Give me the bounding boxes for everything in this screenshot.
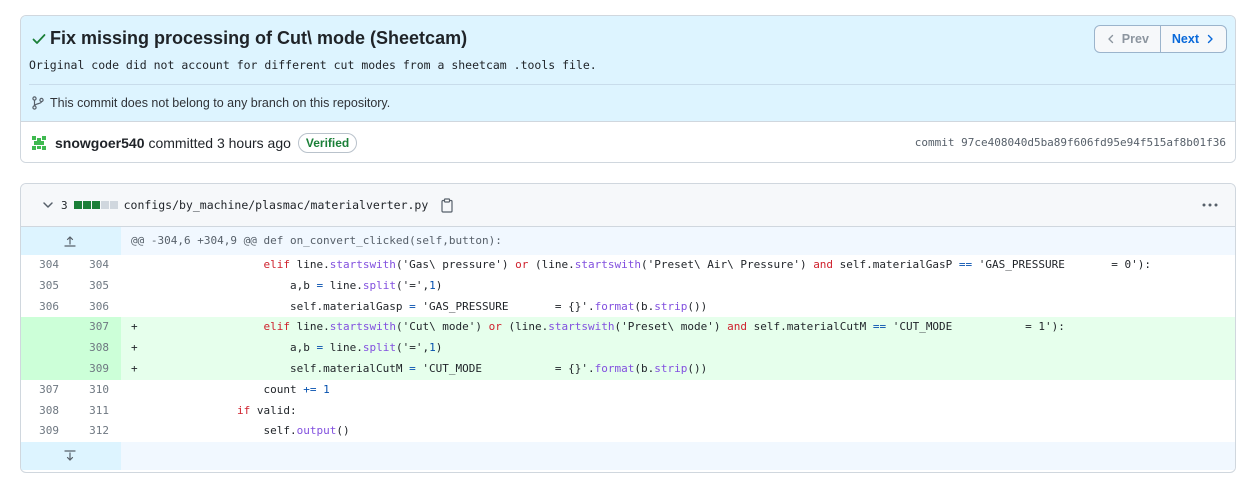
author-link[interactable]: snowgoer540 <box>55 135 144 151</box>
commit-title-row: Fix missing processing of Cut\ mode (She… <box>31 28 467 49</box>
file-header: 3 configs/by_machine/plasmac/materialver… <box>21 184 1235 227</box>
chevron-right-icon <box>1207 34 1213 44</box>
code-line: + a,b = line.split('=',1) <box>121 338 1235 359</box>
code-line: + self.materialCutM = 'CUT_MODE = {}'.fo… <box>121 358 1235 380</box>
diff-line: 307 310 count += 1 <box>21 380 1235 401</box>
diff-lines: @@ -304,6 +304,9 @@ def on_convert_click… <box>21 227 1235 471</box>
file-diff: 3 configs/by_machine/plasmac/materialver… <box>20 183 1236 473</box>
new-line-number[interactable]: 304 <box>71 255 121 276</box>
new-line-number[interactable]: 311 <box>71 401 121 422</box>
change-count: 3 <box>61 198 68 212</box>
code-line: + elif line.startswith('Cut\ mode') or (… <box>121 317 1235 339</box>
code-line: count += 1 <box>263 382 330 396</box>
diff-line: 306 306 self.materialGasp = 'GAS_PRESSUR… <box>21 297 1235 318</box>
commit-description: Original code did not account for differ… <box>29 58 597 72</box>
prev-label: Prev <box>1121 32 1149 46</box>
new-line-number[interactable]: 305 <box>71 276 121 297</box>
diffstat-block <box>82 201 91 209</box>
diffstat-block <box>109 201 118 209</box>
new-line-number[interactable]: 310 <box>71 380 121 401</box>
diffstat-block <box>73 201 82 209</box>
expand-down-icon[interactable] <box>63 449 77 463</box>
new-line-number[interactable]: 308 <box>71 338 121 359</box>
code-line: self.output() <box>263 424 350 438</box>
hunk-header: @@ -304,6 +304,9 @@ def on_convert_click… <box>121 227 1235 255</box>
commit-author-row: snowgoer540 committed 3 hours ago Verifi… <box>21 122 1235 162</box>
code-line: elif line.startswith('Gas\ pressure') or… <box>263 258 1151 271</box>
commit-time: committed 3 hours ago <box>148 135 291 151</box>
expand-up-icon[interactable] <box>63 234 77 248</box>
code-line: a,b = line.split('=',1) <box>289 278 443 292</box>
verified-badge[interactable]: Verified <box>297 133 358 153</box>
diff-line-added: 309 + self.materialCutM = 'CUT_MODE = {}… <box>21 358 1235 380</box>
commit-header-box: Fix missing processing of Cut\ mode (She… <box>20 15 1236 163</box>
diffstat-block <box>91 201 100 209</box>
new-line-number[interactable]: 307 <box>71 317 121 339</box>
old-line-number[interactable]: 305 <box>21 276 71 297</box>
diff-line: 304 304 elif line.startswith('Gas\ press… <box>21 255 1235 276</box>
diff-line-added: 307 + elif line.startswith('Cut\ mode') … <box>21 317 1235 339</box>
diff-line-added: 308 + a,b = line.split('=',1) <box>21 338 1235 359</box>
copy-icon[interactable] <box>440 197 454 213</box>
diffstat <box>73 201 118 209</box>
new-line-number[interactable]: 312 <box>71 421 121 442</box>
code-line: if valid: <box>236 403 297 417</box>
branch-notice: This commit does not belong to any branc… <box>31 96 390 110</box>
commit-summary: Fix missing processing of Cut\ mode (She… <box>21 16 1235 122</box>
diff-line: 308 311 if valid: <box>21 401 1235 422</box>
expand-down-row <box>21 442 1235 471</box>
commit-sha: commit 97ce408040d5ba89f606fd95e94f515af… <box>914 136 1226 149</box>
new-line-number[interactable]: 309 <box>71 358 121 380</box>
check-icon <box>32 33 46 44</box>
next-label: Next <box>1171 32 1199 46</box>
diff-line: 309 312 self.output() <box>21 421 1235 442</box>
old-line-number[interactable]: 304 <box>21 255 71 276</box>
old-line-number[interactable]: 306 <box>21 297 71 318</box>
commit-nav: Prev Next <box>1093 25 1227 53</box>
kebab-menu-icon[interactable] <box>1201 198 1219 212</box>
diff-line: 305 305 a,b = line.split('=',1) <box>21 276 1235 297</box>
git-branch-icon <box>32 96 44 110</box>
old-line-number <box>21 317 71 339</box>
expand-up-gutter[interactable] <box>21 227 121 255</box>
old-line-number[interactable]: 309 <box>21 421 71 442</box>
expand-down-gutter[interactable] <box>21 442 121 471</box>
prev-button[interactable]: Prev <box>1095 26 1161 52</box>
expand-down-filler <box>121 442 1235 471</box>
commit-title: Fix missing processing of Cut\ mode (She… <box>50 28 468 48</box>
old-line-number[interactable]: 308 <box>21 401 71 422</box>
avatar[interactable] <box>30 134 48 152</box>
old-line-number <box>21 338 71 359</box>
chevron-down-icon[interactable] <box>41 198 55 212</box>
branch-notice-text: This commit does not belong to any branc… <box>50 96 391 110</box>
old-line-number[interactable]: 307 <box>21 380 71 401</box>
new-line-number[interactable]: 306 <box>71 297 121 318</box>
hunk-header-row: @@ -304,6 +304,9 @@ def on_convert_click… <box>21 227 1235 255</box>
diffstat-block <box>100 201 109 209</box>
divider <box>29 84 1235 85</box>
next-button[interactable]: Next <box>1161 26 1226 52</box>
code-line: self.materialGasp = 'GAS_PRESSURE = {}'.… <box>289 299 708 313</box>
file-path[interactable]: configs/by_machine/plasmac/materialverte… <box>124 198 429 212</box>
chevron-left-icon <box>1108 34 1113 44</box>
old-line-number <box>21 358 71 380</box>
